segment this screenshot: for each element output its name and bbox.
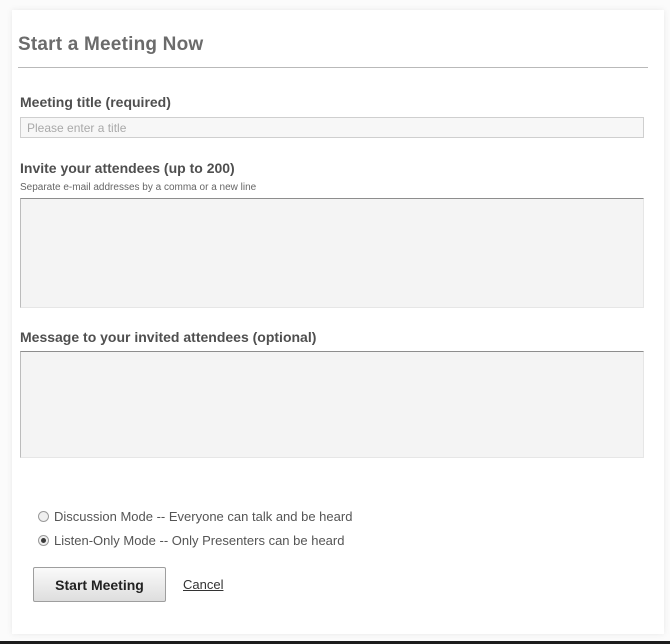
meeting-title-input[interactable] <box>20 117 644 138</box>
listen-only-mode-option[interactable]: Listen-Only Mode -- Only Presenters can … <box>38 533 344 548</box>
message-textarea[interactable] <box>20 351 644 458</box>
listen-only-mode-label: Listen-Only Mode -- Only Presenters can … <box>54 533 345 548</box>
discussion-mode-radio[interactable] <box>38 511 49 522</box>
radio-selected-dot <box>41 538 46 543</box>
start-meeting-page: Start a Meeting Now Meeting title (requi… <box>0 0 670 644</box>
discussion-mode-option[interactable]: Discussion Mode -- Everyone can talk and… <box>38 509 352 524</box>
meeting-title-label: Meeting title (required) <box>20 94 171 110</box>
attendees-label: Invite your attendees (up to 200) <box>20 160 235 176</box>
page-title: Start a Meeting Now <box>18 34 204 55</box>
start-meeting-button[interactable]: Start Meeting <box>33 567 166 602</box>
attendees-hint: Separate e-mail addresses by a comma or … <box>20 182 257 193</box>
discussion-mode-label: Discussion Mode -- Everyone can talk and… <box>54 509 353 524</box>
heading-divider <box>18 67 648 68</box>
attendees-textarea[interactable] <box>20 198 644 308</box>
cancel-link[interactable]: Cancel <box>183 577 223 592</box>
message-label: Message to your invited attendees (optio… <box>20 329 317 345</box>
listen-only-mode-radio[interactable] <box>38 535 49 546</box>
